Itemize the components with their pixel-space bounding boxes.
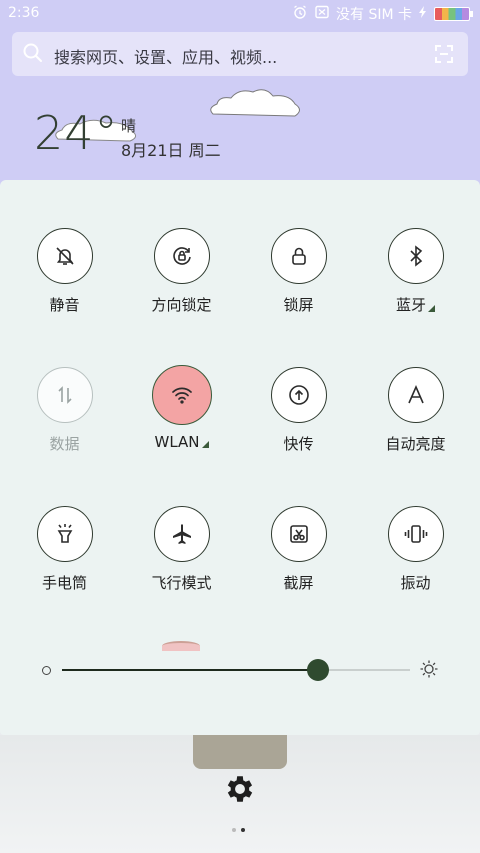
tile-quick-share[interactable]: 快传 [240,367,357,454]
status-bar: 2:36 没有 SIM 卡 [0,0,480,28]
slider-track[interactable] [62,659,410,681]
tile-label: 截屏 [283,574,314,592]
lock-icon[interactable] [270,228,327,284]
wifi-icon[interactable] [151,365,212,425]
status-time: 2:36 [8,5,40,21]
search-input[interactable]: 搜索网页、设置、应用、视频... [54,44,277,68]
settings-gear-icon[interactable] [223,772,257,810]
tile-airplane-mode[interactable]: 飞行模式 [123,506,240,593]
tile-screenshot[interactable]: 截屏 [240,506,357,593]
brightness-low-icon [42,666,51,675]
screenshot-icon[interactable] [270,506,327,562]
slider-thumb[interactable] [306,659,329,681]
search-bar[interactable]: 搜索网页、设置、应用、视频... [12,32,468,76]
slider-fill [62,669,318,671]
battery-icon [434,7,473,21]
tile-label: 锁屏 [283,296,314,314]
wallpaper-figure [193,735,287,769]
no-sim-icon [314,4,330,24]
weather-condition: 晴 [121,117,137,135]
rotation-lock-icon[interactable] [153,228,210,284]
header-area: 2:36 没有 SIM 卡 搜索网页、设置、应用、视频... 24° 晴 8月2… [0,0,480,200]
status-icons: 没有 SIM 卡 [292,4,473,24]
tile-label: 飞行模式 [151,574,212,592]
alarm-icon [292,4,308,24]
more-options-indicator[interactable] [428,305,435,312]
tile-flashlight[interactable]: 手电筒 [6,506,123,593]
more-options-indicator[interactable] [201,441,209,448]
tile-rotation-lock[interactable]: 方向锁定 [123,228,240,315]
upload-icon[interactable] [270,367,327,423]
bluetooth-icon[interactable] [387,228,444,284]
bell-off-icon[interactable] [36,228,93,284]
tile-vibrate[interactable]: 振动 [357,506,474,593]
scan-icon[interactable] [434,44,454,68]
tile-mobile-data[interactable]: 数据 [6,367,123,454]
tile-bluetooth[interactable]: 蓝牙 [357,228,474,315]
tile-label: 静音 [49,296,80,314]
cloud-decoration [210,89,300,117]
tile-label: 手电筒 [41,574,87,592]
brightness-slider[interactable] [0,650,480,690]
vibrate-icon[interactable] [387,506,444,562]
tile-wlan[interactable]: WLAN [123,365,240,451]
tile-auto-brightness[interactable]: 自动亮度 [357,367,474,454]
airplane-icon[interactable] [153,506,210,562]
mobile-data-icon[interactable] [36,367,93,423]
tile-label: WLAN [154,433,200,451]
carrier-text: 没有 SIM 卡 [336,7,412,23]
charging-icon [418,5,428,23]
search-icon [22,42,44,68]
weather-temperature: 24° [34,106,119,160]
tile-lock-screen[interactable]: 锁屏 [240,228,357,315]
brightness-high-icon [419,659,439,683]
page-dot [232,828,236,832]
auto-brightness-icon[interactable] [387,367,444,423]
tile-mute[interactable]: 静音 [6,228,123,315]
tile-label: 蓝牙 [395,296,426,314]
tile-label: 振动 [400,574,431,592]
page-indicator [232,828,245,832]
flashlight-icon[interactable] [36,506,93,562]
tile-label: 方向锁定 [151,296,212,314]
tile-label: 数据 [49,435,80,453]
tile-label: 快传 [283,435,314,453]
page-dot-active [241,828,245,832]
tile-label: 自动亮度 [385,435,446,453]
weather-date: 8月21日 周二 [121,141,221,160]
